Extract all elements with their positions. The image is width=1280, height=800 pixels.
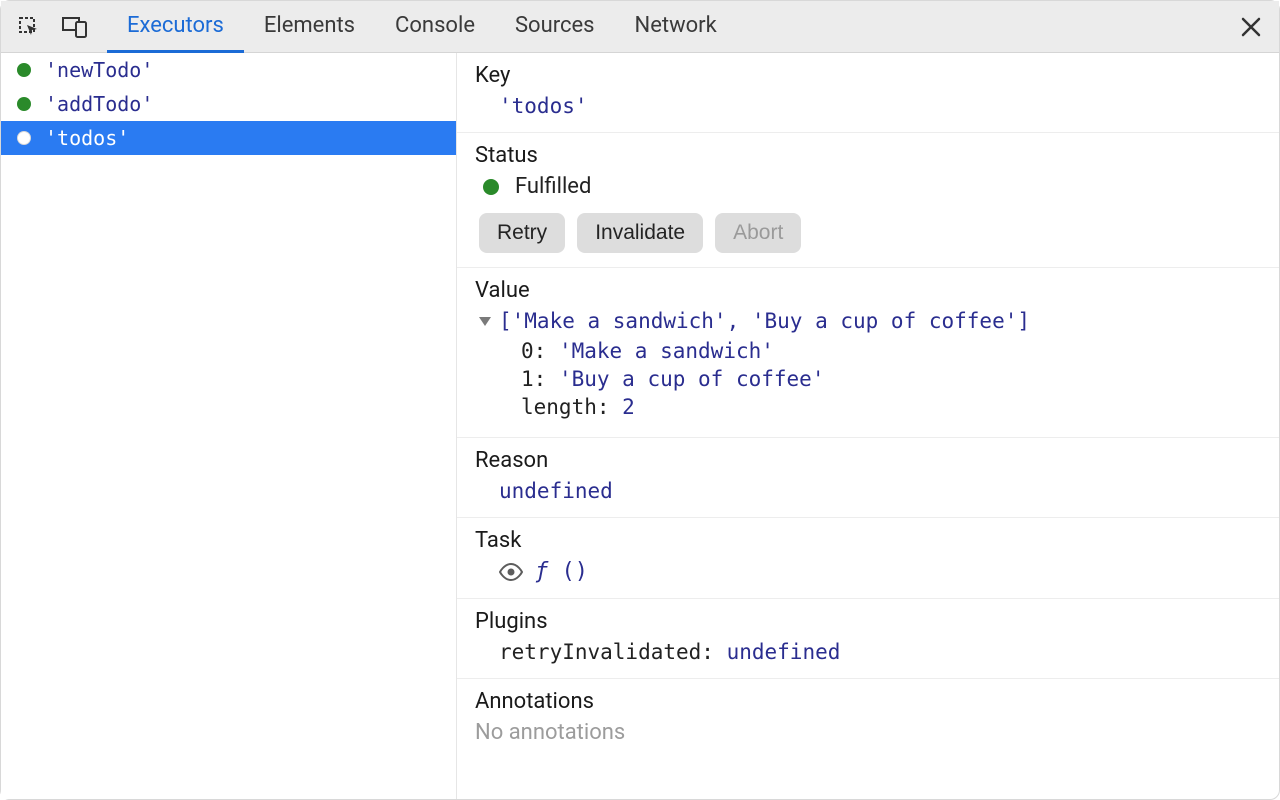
- status-dot-icon: [483, 179, 499, 195]
- section-title: Value: [475, 278, 1261, 303]
- section-title: Reason: [475, 448, 1261, 473]
- status-text: Fulfilled: [515, 174, 591, 199]
- executor-details: Key 'todos' Status Fulfilled Retry Inval…: [457, 53, 1279, 799]
- value-entry: 0: 'Make a sandwich': [521, 339, 1261, 363]
- value-length: length: 2: [521, 395, 1261, 419]
- tree-root[interactable]: ['Make a sandwich', 'Buy a cup of coffee…: [479, 309, 1261, 333]
- section-title: Key: [475, 63, 1261, 88]
- section-title: Plugins: [475, 609, 1261, 634]
- annotations-empty: No annotations: [475, 720, 1261, 745]
- section-status: Status Fulfilled Retry Invalidate Abort: [457, 133, 1279, 268]
- fn-paren: (): [548, 559, 588, 584]
- executors-list: 'newTodo' 'addTodo' 'todos': [1, 53, 457, 799]
- section-plugins: Plugins retryInvalidated: undefined: [457, 599, 1279, 679]
- status-actions: Retry Invalidate Abort: [475, 213, 1261, 253]
- eye-icon: [499, 563, 523, 581]
- section-reason: Reason undefined: [457, 438, 1279, 518]
- sidebar-item[interactable]: 'newTodo': [1, 53, 456, 87]
- tab-sources[interactable]: Sources: [495, 1, 615, 53]
- section-key: Key 'todos': [457, 53, 1279, 133]
- status-dot-icon: [17, 97, 31, 111]
- value-summary: ['Make a sandwich', 'Buy a cup of coffee…: [499, 309, 1030, 333]
- value-tree: ['Make a sandwich', 'Buy a cup of coffee…: [475, 309, 1261, 419]
- status-line: Fulfilled: [475, 174, 1261, 199]
- fn-symbol: ƒ: [535, 559, 548, 584]
- inspect-icon[interactable]: [15, 13, 43, 41]
- status-dot-icon: [17, 63, 31, 77]
- plugin-value: undefined: [727, 640, 841, 664]
- value-entry: 1: 'Buy a cup of coffee': [521, 367, 1261, 391]
- tab-executors[interactable]: Executors: [107, 1, 244, 53]
- close-icon[interactable]: [1233, 9, 1269, 45]
- status-dot-icon: [17, 131, 31, 145]
- abort-button[interactable]: Abort: [715, 213, 801, 253]
- tabs: ExecutorsElementsConsoleSourcesNetwork: [107, 1, 737, 53]
- tree-children: 0: 'Make a sandwich' 1: 'Buy a cup of cof…: [479, 339, 1261, 419]
- devtools-tabstrip: ExecutorsElementsConsoleSourcesNetwork: [1, 1, 1279, 53]
- sidebar-item[interactable]: 'todos': [1, 121, 456, 155]
- caret-down-icon: [479, 317, 491, 326]
- section-title: Task: [475, 528, 1261, 553]
- sidebar-item-label: 'newTodo': [45, 58, 153, 82]
- retry-button[interactable]: Retry: [479, 213, 565, 253]
- key-value: 'todos': [475, 94, 1261, 118]
- section-annotations: Annotations No annotations: [457, 679, 1279, 759]
- section-title: Annotations: [475, 689, 1261, 714]
- plugin-label: retryInvalidated: [499, 640, 701, 664]
- invalidate-button[interactable]: Invalidate: [577, 213, 703, 253]
- section-task: Task ƒ (): [457, 518, 1279, 599]
- section-value: Value ['Make a sandwich', 'Buy a cup of …: [457, 268, 1279, 438]
- device-toggle-icon[interactable]: [61, 13, 89, 41]
- tab-console[interactable]: Console: [375, 1, 495, 53]
- plugin-row: retryInvalidated: undefined: [475, 640, 1261, 664]
- tab-elements[interactable]: Elements: [244, 1, 375, 53]
- reason-value: undefined: [475, 479, 1261, 503]
- task-row[interactable]: ƒ (): [475, 559, 1261, 584]
- sidebar-item[interactable]: 'addTodo': [1, 87, 456, 121]
- sidebar-item-label: 'todos': [45, 126, 129, 150]
- tab-network[interactable]: Network: [615, 1, 737, 53]
- sidebar-item-label: 'addTodo': [45, 92, 153, 116]
- section-title: Status: [475, 143, 1261, 168]
